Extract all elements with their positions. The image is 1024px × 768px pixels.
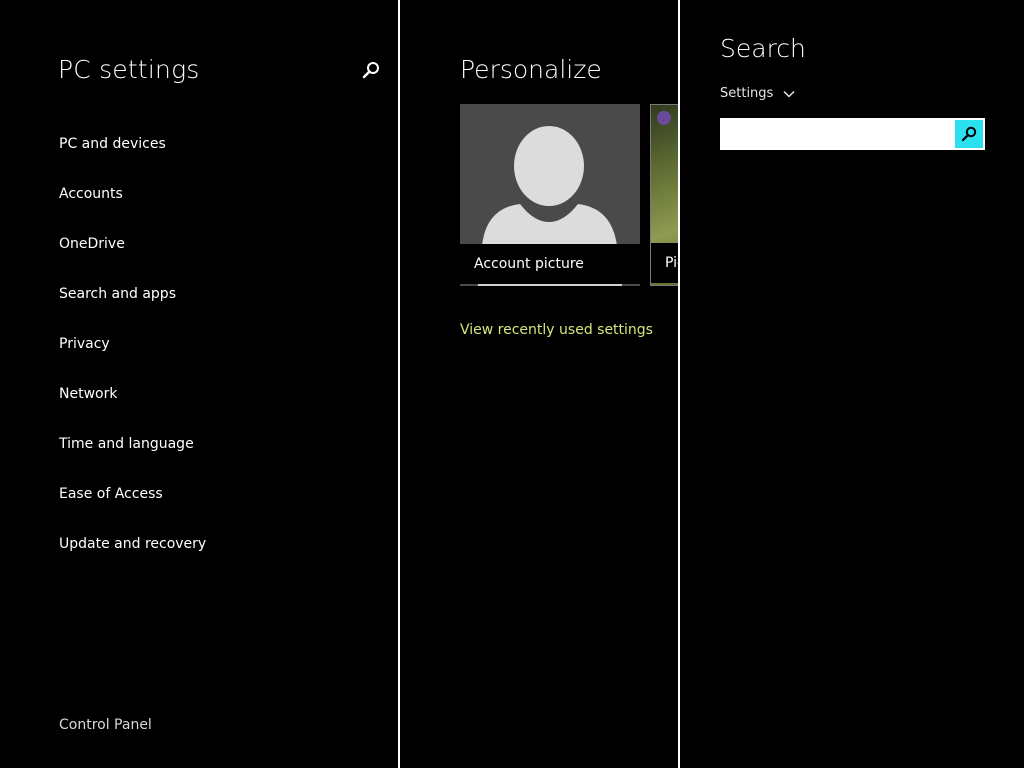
- nav-item-onedrive[interactable]: OneDrive: [59, 231, 206, 281]
- user-silhouette-icon: [482, 126, 617, 246]
- control-panel-link[interactable]: Control Panel: [59, 717, 152, 733]
- nav-list: PC and devices Accounts OneDrive Search …: [59, 131, 206, 581]
- page-title: PC settings: [58, 55, 200, 84]
- tile-label: Account picture: [460, 244, 640, 284]
- section-title: Personalize: [460, 55, 602, 84]
- chevron-down-icon: [783, 90, 795, 98]
- account-picture-tile[interactable]: Account picture: [460, 104, 640, 286]
- nav-item-network[interactable]: Network: [59, 381, 206, 431]
- search-title: Search: [720, 34, 806, 63]
- flower-image: [657, 111, 671, 125]
- pc-settings-nav-pane: PC settings PC and devices Accounts OneD…: [0, 0, 398, 768]
- nav-item-time-and-language[interactable]: Time and language: [59, 431, 206, 481]
- search-icon[interactable]: [362, 61, 380, 79]
- search-charm-pane: Search Settings: [680, 0, 1024, 768]
- nav-item-accounts[interactable]: Accounts: [59, 181, 206, 231]
- search-scope-dropdown[interactable]: Settings: [720, 86, 795, 101]
- search-button[interactable]: [955, 120, 983, 148]
- picture-password-tile[interactable]: Picture password: [650, 104, 678, 286]
- recently-used-settings-link[interactable]: View recently used settings: [460, 322, 653, 338]
- nav-item-pc-and-devices[interactable]: PC and devices: [59, 131, 206, 181]
- search-input[interactable]: [722, 120, 955, 148]
- nav-item-search-and-apps[interactable]: Search and apps: [59, 281, 206, 331]
- search-scope-label: Settings: [720, 86, 774, 101]
- nav-item-update-and-recovery[interactable]: Update and recovery: [59, 531, 206, 581]
- tile-label: Picture password: [651, 243, 678, 283]
- nav-item-privacy[interactable]: Privacy: [59, 331, 206, 381]
- nav-item-ease-of-access[interactable]: Ease of Access: [59, 481, 206, 531]
- search-box: [720, 118, 985, 150]
- personalize-pane: Personalize Account picture Picture pass…: [400, 0, 678, 768]
- screen: PC settings PC and devices Accounts OneD…: [0, 0, 1024, 768]
- tile-bottom-bar: [478, 284, 622, 286]
- search-icon: [961, 126, 977, 142]
